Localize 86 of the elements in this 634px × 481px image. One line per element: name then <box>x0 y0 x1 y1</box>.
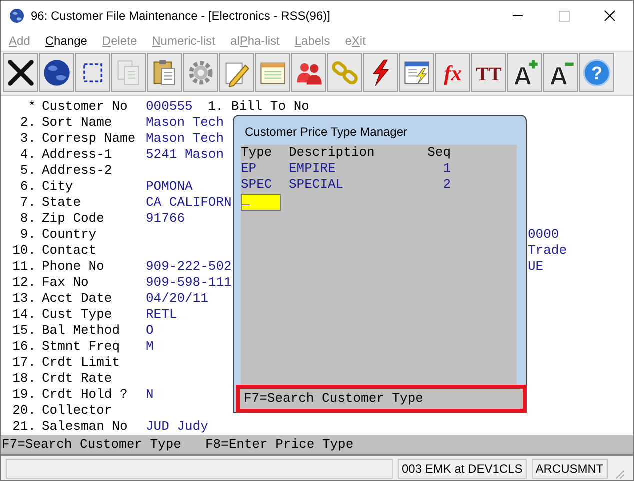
field-value: JUD Judy <box>146 419 208 435</box>
toolbar-button[interactable] <box>39 53 74 92</box>
field-label: Stmnt Freq <box>42 339 120 355</box>
field-value: 91766 <box>146 211 186 227</box>
field-number: 17. <box>12 355 36 371</box>
table-cell-text: EP <box>241 161 258 177</box>
input-field[interactable]: _ <box>241 194 281 211</box>
field-label: Cust Type <box>42 307 112 323</box>
field-label: Crdt Rate <box>42 371 112 387</box>
table-cell-text: 1 <box>442 161 451 177</box>
field-label: Acct Date <box>42 291 112 307</box>
field-number: 6. <box>20 179 36 195</box>
field-value: Mason Tech <box>146 115 224 131</box>
field-number: 5. <box>20 163 36 179</box>
function-key-hint: F8=Enter Price Type <box>205 437 354 452</box>
field-value: M <box>146 339 154 355</box>
status-field: ARCUSMNT <box>532 459 608 479</box>
field-label: Fax No <box>42 275 89 291</box>
field-label: Address-1 <box>42 147 112 163</box>
field-number: 8. <box>20 211 36 227</box>
column-header: Description <box>289 145 376 161</box>
field-label: Crdt Limit <box>42 355 120 371</box>
field-number: 7. <box>20 195 36 211</box>
field-number: 14. <box>12 307 36 323</box>
field-number: * <box>28 99 36 115</box>
field-value: 0000 <box>528 227 560 243</box>
field-number: 15. <box>12 323 36 339</box>
toolbar-button[interactable] <box>75 53 110 92</box>
field-number: 12. <box>12 275 36 291</box>
field-label: State <box>42 195 82 211</box>
field-value: O <box>146 323 154 339</box>
toolbar-button[interactable] <box>3 53 38 92</box>
column-header: Seq <box>426 145 451 161</box>
field-value: Mason Tech <box>146 131 224 147</box>
table-cell-text: SPECIAL <box>289 177 345 193</box>
field-number: 10. <box>12 243 36 259</box>
field-label: Corresp Name <box>42 131 136 147</box>
status-field: 003 EMK at DEV1CLS <box>398 459 527 479</box>
field-label: Bal Method <box>42 323 120 339</box>
table-cell-text: 2 <box>442 177 451 193</box>
globe-icon <box>42 58 72 88</box>
field-number: 4. <box>20 147 36 163</box>
field-value: RETL <box>146 307 178 323</box>
field-number: 18. <box>12 371 36 387</box>
field-label: Zip Code <box>42 211 104 227</box>
field-value: 909-222-502 <box>146 259 232 275</box>
toolbar-button[interactable] <box>363 53 398 92</box>
field-label: Contact <box>42 243 97 259</box>
close-icon <box>6 58 36 88</box>
function-key-hint: F7=Search Customer Type <box>2 437 182 452</box>
field-number: 21. <box>12 419 36 435</box>
field-number: 20. <box>12 403 36 419</box>
field-label: Customer No <box>42 99 128 115</box>
field-number: 3. <box>20 131 36 147</box>
field-number: 11. <box>12 259 36 275</box>
field-label: Sort Name <box>42 115 112 131</box>
field-label: 1. Bill To No <box>208 99 310 115</box>
field-value: 5241 Mason <box>146 147 224 163</box>
column-header: Type <box>241 145 274 161</box>
field-value: 909-598-111 <box>146 275 232 291</box>
field-label: Address-2 <box>42 163 112 179</box>
field-value: 04/20/11 <box>146 291 208 307</box>
hint-text: F7=Search Customer Type <box>240 389 523 409</box>
field-label: Salesman No <box>42 419 128 435</box>
field-value: CA CALIFORN <box>146 195 232 211</box>
field-number: 16. <box>12 339 36 355</box>
field-value: UE <box>528 259 544 275</box>
field-label: Collector <box>42 403 112 419</box>
field-number: 19. <box>12 387 36 403</box>
window-title: 96: Customer File Maintenance - [Electronics - RSS(96)] <box>31 9 330 23</box>
field-label: Crdt Hold ? <box>42 387 128 403</box>
field-number: 13. <box>12 291 36 307</box>
field-label: City <box>42 179 74 195</box>
field-label: Phone No <box>42 259 104 275</box>
field-value: 000555 <box>146 99 193 115</box>
field-value: Trade <box>528 243 568 259</box>
globe-icon <box>9 8 25 24</box>
field-number: 9. <box>20 227 36 243</box>
field-value: POMONA <box>146 179 193 195</box>
table-cell-text: EMPIRE <box>289 161 337 177</box>
dialog-title: Customer Price Type Manager <box>244 124 409 141</box>
field-label: Country <box>42 227 97 243</box>
table-cell-text: SPEC <box>241 177 274 193</box>
field-number: 2. <box>20 115 36 131</box>
field-value: N <box>146 387 154 403</box>
menu-item[interactable]: Change <box>45 34 88 48</box>
